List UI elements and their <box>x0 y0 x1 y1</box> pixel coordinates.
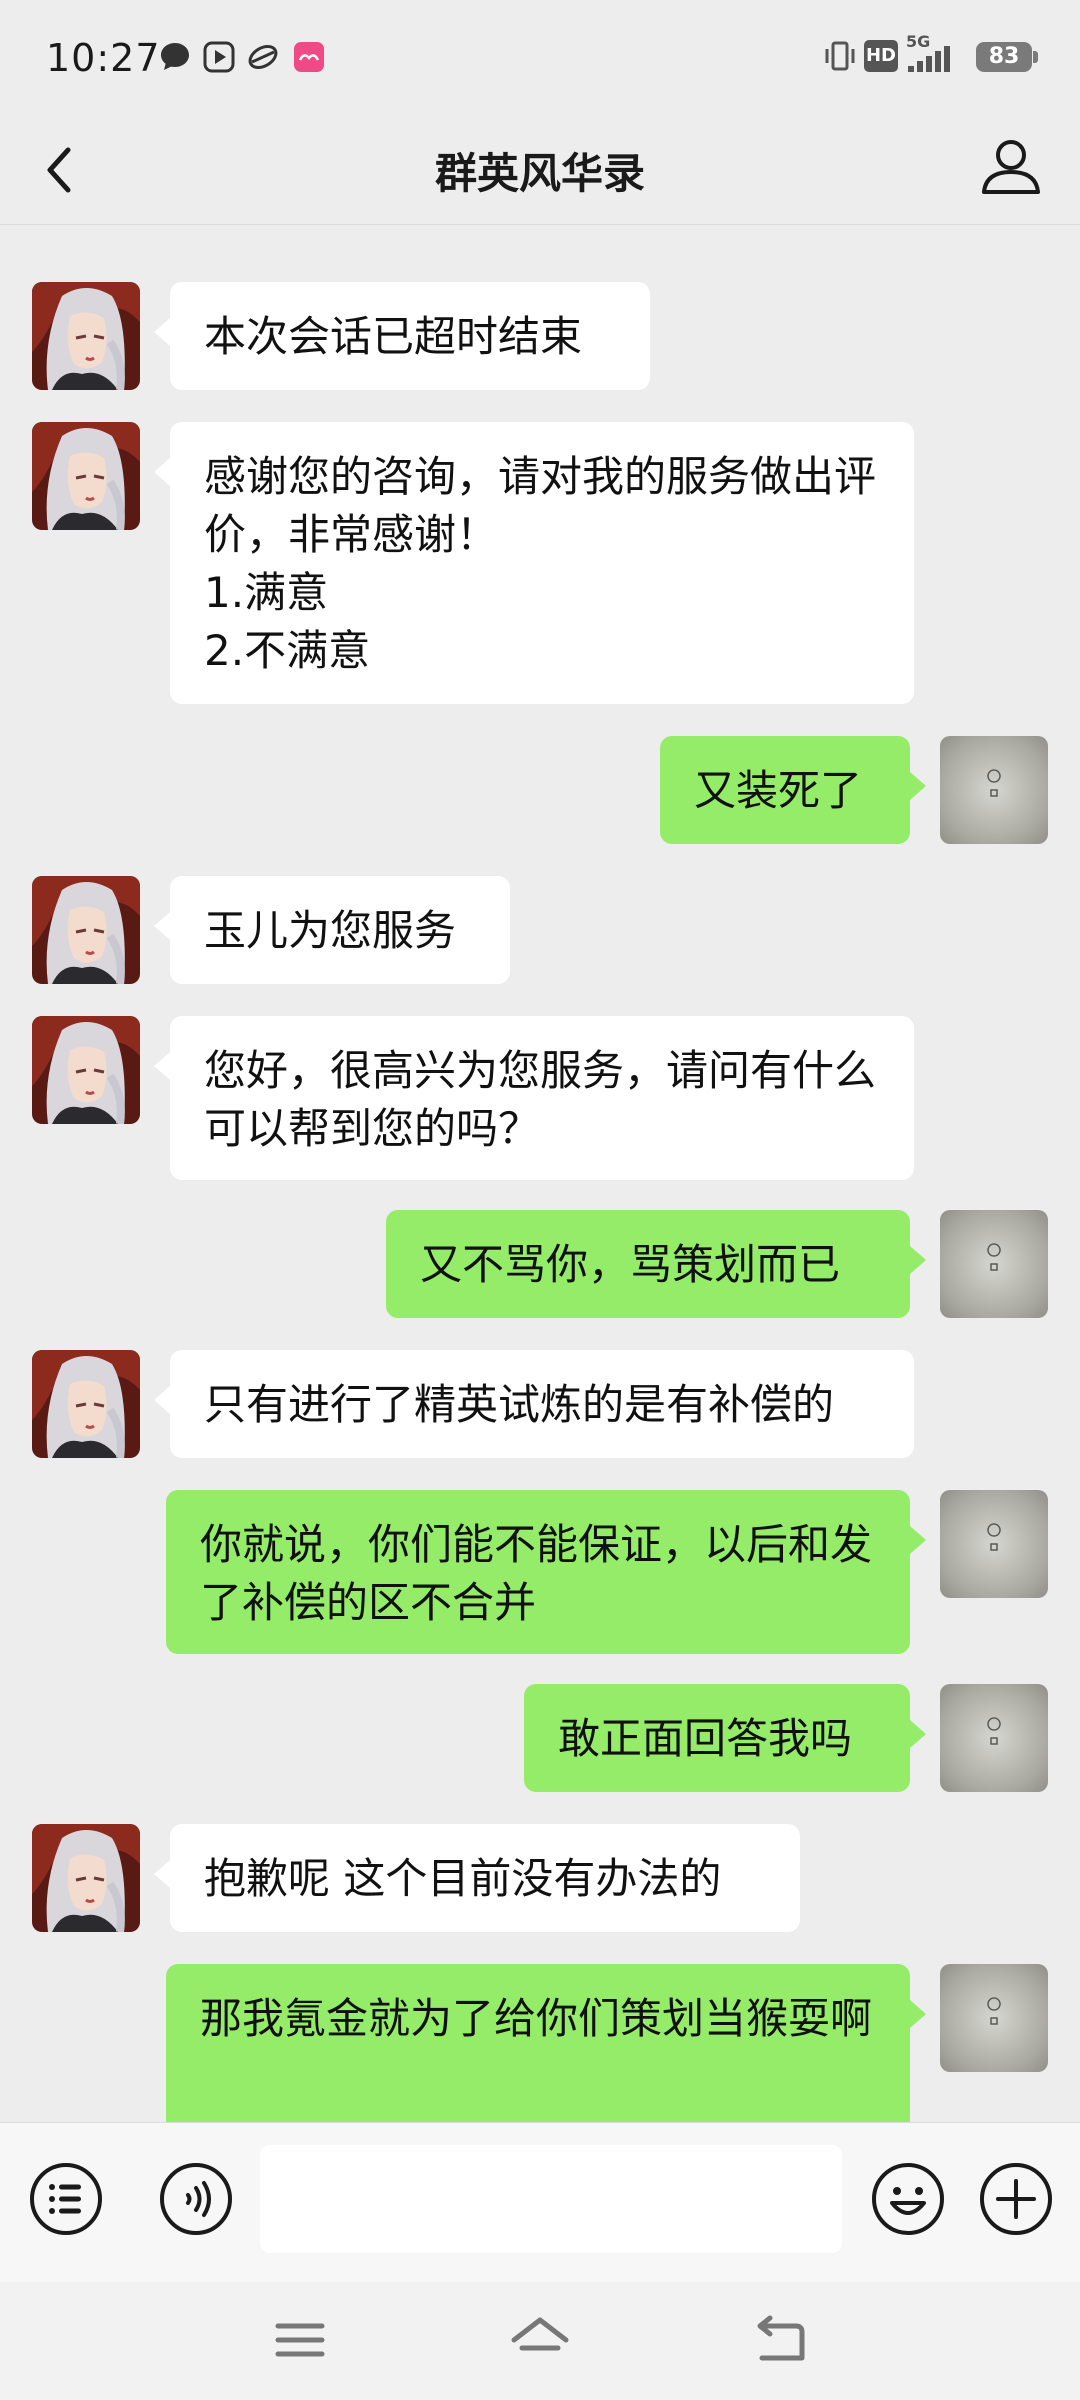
outgoing-message: 你就说，你们能不能保证，以后和发了补偿的区不合并 <box>0 1490 1080 1654</box>
profile-icon[interactable] <box>976 132 1046 202</box>
message-bubble[interactable]: 又装死了 <box>660 736 926 844</box>
incoming-message: 只有进行了精英试炼的是有补偿的 <box>0 1350 1080 1458</box>
incoming-message: 您好，很高兴为您服务，请问有什么可以帮到您的吗？ <box>0 1016 1080 1180</box>
agent-avatar[interactable] <box>32 422 140 530</box>
incoming-message: 抱歉呢 这个目前没有办法的 <box>0 1824 1080 1932</box>
status-time: 10:27 <box>46 36 161 80</box>
agent-avatar[interactable] <box>32 1016 140 1124</box>
battery-indicator: 83 <box>976 42 1032 72</box>
home-icon[interactable] <box>508 2308 572 2372</box>
status-indicators: HD 5G 83 <box>825 32 1038 78</box>
hd-badge: HD <box>864 40 898 72</box>
chat-header: 群英风华录 <box>0 118 1080 225</box>
message-bubble[interactable]: 你就说，你们能不能保证，以后和发了补偿的区不合并 <box>166 1490 926 1654</box>
video-app-icon <box>203 41 235 73</box>
agent-avatar[interactable] <box>32 282 140 390</box>
message-bubble[interactable]: 敢正面回答我吗 <box>524 1684 926 1792</box>
message-bubble[interactable]: 那我氪金就为了给你们策划当猴耍啊 <box>166 1964 926 2122</box>
back-nav-icon[interactable] <box>748 2308 812 2372</box>
system-nav-bar <box>0 2282 1080 2400</box>
user-avatar[interactable] <box>940 1964 1048 2072</box>
chat-title: 群英风华录 <box>434 149 645 198</box>
user-avatar[interactable] <box>940 736 1048 844</box>
recent-apps-icon[interactable] <box>268 2308 332 2372</box>
agent-avatar[interactable] <box>32 1350 140 1458</box>
agent-avatar[interactable] <box>32 876 140 984</box>
agent-avatar[interactable] <box>32 1824 140 1932</box>
message-bubble[interactable]: 您好，很高兴为您服务，请问有什么可以帮到您的吗？ <box>154 1016 914 1180</box>
emoji-icon[interactable] <box>870 2161 946 2237</box>
message-bubble[interactable]: 只有进行了精英试炼的是有补偿的 <box>154 1350 914 1458</box>
chat-notification-icon <box>161 43 189 70</box>
voice-input-icon[interactable] <box>158 2161 234 2237</box>
user-avatar[interactable] <box>940 1684 1048 1792</box>
incoming-message: 本次会话已超时结束 <box>0 282 1080 390</box>
message-input[interactable] <box>260 2145 842 2253</box>
menu-list-icon[interactable] <box>28 2161 104 2237</box>
incoming-message: 感谢您的咨询，请对我的服务做出评价，非常感谢！ 1.满意 2.不满意 <box>0 422 1080 704</box>
message-bubble[interactable]: 玉儿为您服务 <box>154 876 510 984</box>
signal-icon <box>908 46 950 72</box>
app-notification-icon <box>248 45 278 69</box>
incoming-message: 玉儿为您服务 <box>0 876 1080 984</box>
status-bar: 10:27 HD 5G 83 <box>0 0 1080 118</box>
outgoing-message: 敢正面回答我吗 <box>0 1684 1080 1792</box>
input-bar <box>0 2122 1080 2283</box>
add-more-icon[interactable] <box>978 2161 1054 2237</box>
message-bubble[interactable]: 本次会话已超时结束 <box>154 282 650 390</box>
battery-cap <box>1033 51 1038 63</box>
user-avatar[interactable] <box>940 1490 1048 1598</box>
vibrate-icon <box>825 41 855 71</box>
user-avatar[interactable] <box>940 1210 1048 1318</box>
message-bubble[interactable]: 又不骂你，骂策划而已 <box>386 1210 926 1318</box>
message-bubble[interactable]: 感谢您的咨询，请对我的服务做出评价，非常感谢！ 1.满意 2.不满意 <box>154 422 914 704</box>
message-bubble[interactable]: 抱歉呢 这个目前没有办法的 <box>154 1824 800 1932</box>
outgoing-message: 那我氪金就为了给你们策划当猴耍啊 <box>0 1964 1080 2122</box>
outgoing-message: 又装死了 <box>0 736 1080 844</box>
message-list[interactable]: 本次会话已超时结束感谢您的咨询，请对我的服务做出评价，非常感谢！ 1.满意 2.… <box>0 226 1080 2122</box>
outgoing-message: 又不骂你，骂策划而已 <box>0 1210 1080 1318</box>
pink-app-icon <box>294 42 324 72</box>
